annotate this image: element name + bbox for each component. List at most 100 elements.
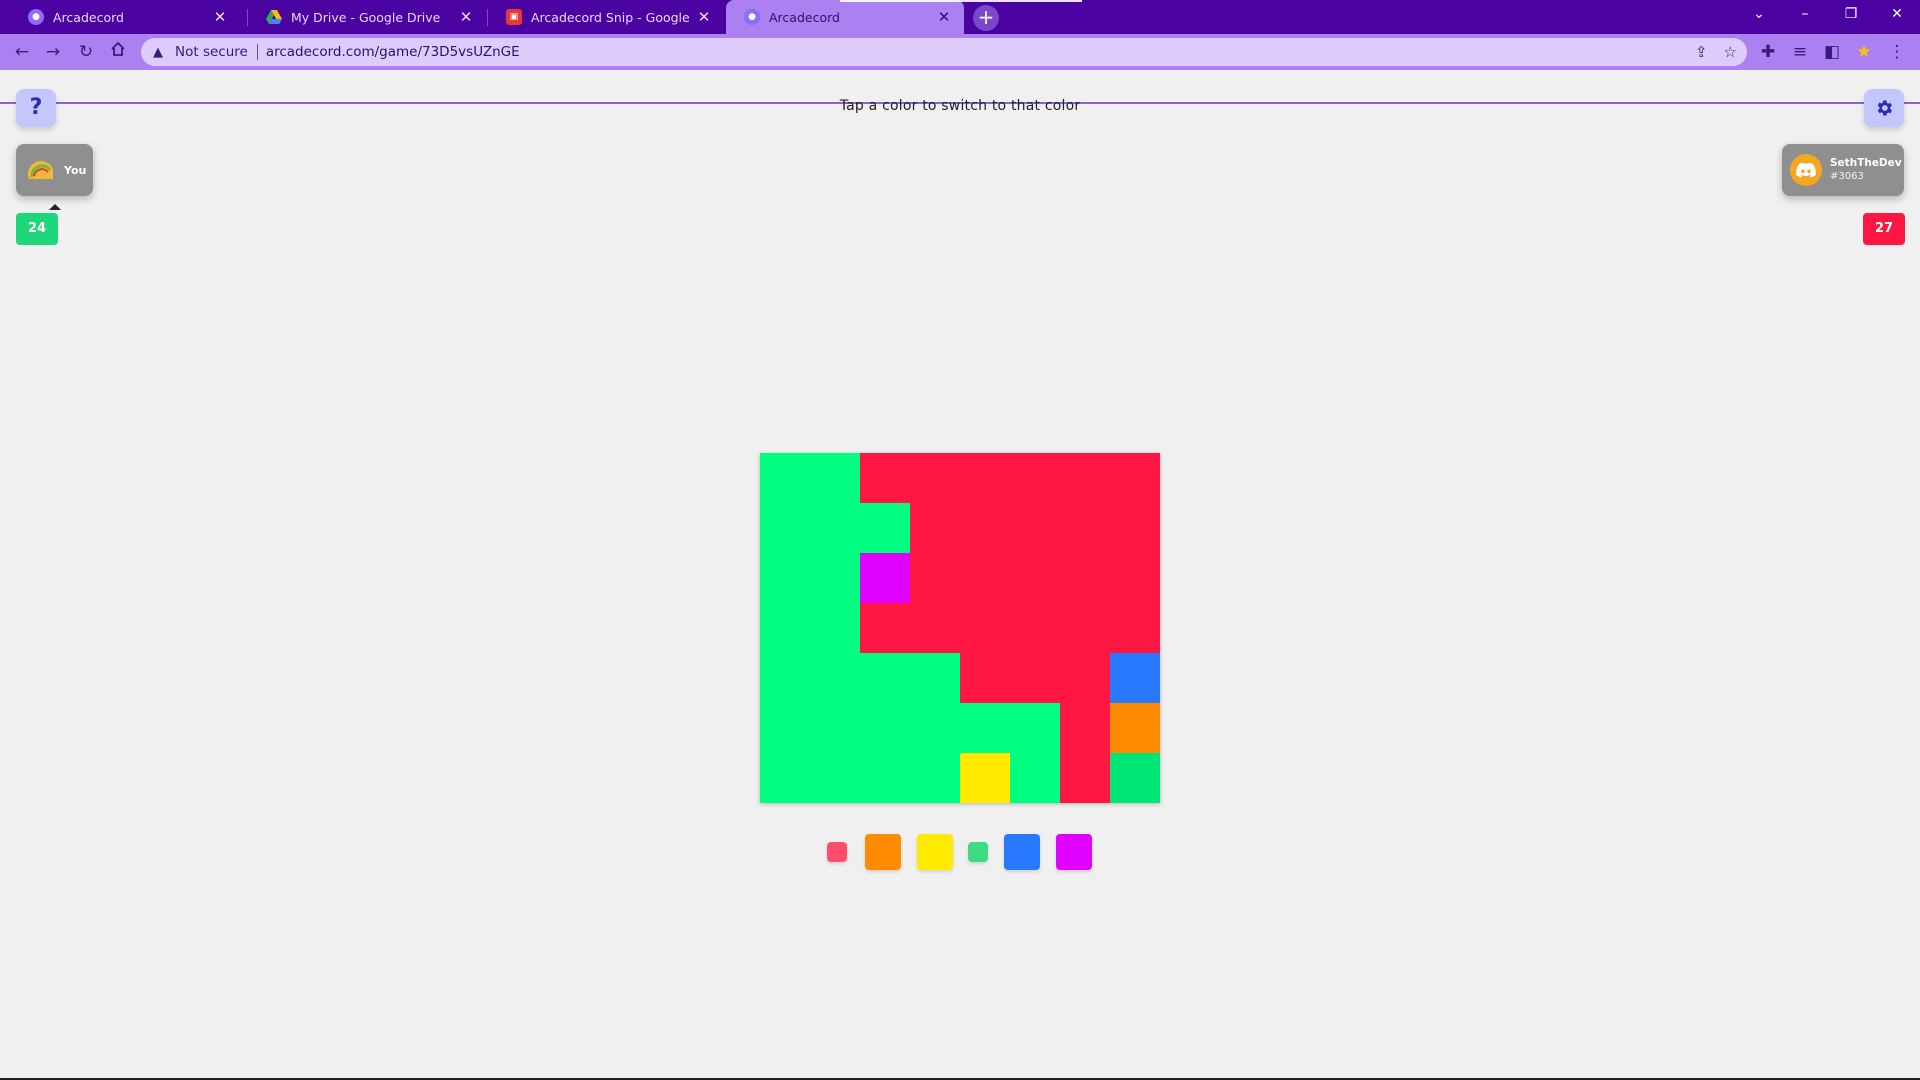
tab-arcadecord[interactable]: ● Arcadecord ✕	[10, 0, 240, 34]
instruction-text: Tap a color to switch to that color	[839, 98, 1081, 114]
board-cell	[960, 553, 1010, 603]
tab-arcadecord-active[interactable]: ● Arcadecord ✕	[726, 0, 964, 34]
board-cell	[910, 653, 960, 703]
color-swatch-magenta[interactable]	[1056, 834, 1092, 870]
settings-button[interactable]	[1864, 89, 1904, 127]
board-cell	[810, 553, 860, 603]
board-cell	[860, 503, 910, 553]
bookmark-star-icon[interactable]: ☆	[1724, 43, 1737, 61]
board-cell	[810, 453, 860, 503]
board-cell	[1060, 553, 1110, 603]
tab-google-drive[interactable]: My Drive - Google Drive ✕	[248, 0, 486, 34]
board-cell	[960, 503, 1010, 553]
board-cell	[1060, 653, 1110, 703]
close-tab-icon[interactable]: ✕	[934, 8, 954, 26]
board-cell	[860, 703, 910, 753]
board-cell	[1060, 703, 1110, 753]
back-icon[interactable]: ←	[9, 39, 35, 65]
board-cell	[910, 553, 960, 603]
restore-icon[interactable]: ❐	[1828, 0, 1874, 28]
board-cell	[760, 503, 810, 553]
board-cell	[860, 453, 910, 503]
security-label[interactable]: Not secure	[175, 44, 248, 60]
home-icon[interactable]	[105, 39, 131, 65]
forward-icon[interactable]: →	[40, 39, 66, 65]
arcadecord-icon: ●	[744, 9, 760, 25]
new-tab-button[interactable]: +	[973, 5, 999, 31]
help-button[interactable]: ?	[16, 89, 56, 127]
board-cell	[810, 653, 860, 703]
board-cell	[1110, 553, 1160, 603]
minimize-icon[interactable]: –	[1782, 0, 1828, 28]
color-swatch-red[interactable]	[827, 842, 847, 862]
google-drive-icon	[266, 9, 282, 25]
board-cell	[760, 453, 810, 503]
board-cell	[1010, 653, 1060, 703]
board-cell	[1060, 453, 1110, 503]
close-tab-icon[interactable]: ✕	[210, 8, 230, 26]
board-cell	[1110, 503, 1160, 553]
board-cell	[910, 603, 960, 653]
tab-google-drawings[interactable]: ▣ Arcadecord Snip - Google Drawi ✕	[488, 0, 724, 34]
board-cell	[810, 703, 860, 753]
discord-icon	[1796, 162, 1816, 178]
browser-toolbar: ← → ↻ ▲ Not secure arcadecord.com/game/7…	[0, 34, 1920, 104]
reading-list-icon[interactable]: ≡	[1787, 39, 1813, 65]
warning-icon[interactable]: ▲	[153, 45, 169, 60]
board-cell	[860, 753, 910, 803]
arcadecord-icon: ●	[28, 9, 44, 25]
board-cell	[1110, 653, 1160, 703]
color-swatch-green[interactable]	[968, 842, 988, 862]
board-cell	[760, 753, 810, 803]
extensions-icon[interactable]: ✚	[1755, 39, 1781, 65]
board-cell	[1010, 453, 1060, 503]
opponent-info: SethTheDev #3063	[1830, 157, 1902, 183]
board-cell	[1110, 753, 1160, 803]
color-swatch-orange[interactable]	[865, 834, 901, 870]
board-cell	[960, 453, 1010, 503]
board-cell	[760, 603, 810, 653]
color-swatch-blue[interactable]	[1004, 834, 1040, 870]
board-cell	[960, 603, 1010, 653]
board-cell	[1060, 753, 1110, 803]
board-cell	[910, 753, 960, 803]
reload-icon[interactable]: ↻	[73, 39, 99, 65]
board-cell	[1010, 553, 1060, 603]
board-cell	[910, 703, 960, 753]
player-card-you: You	[16, 144, 93, 196]
profile-avatar[interactable]: ★	[1851, 39, 1877, 65]
close-tab-icon[interactable]: ✕	[456, 8, 476, 26]
board-cell	[960, 753, 1010, 803]
address-bar[interactable]: ▲ Not secure arcadecord.com/game/73D5vsU…	[141, 38, 1747, 66]
turn-indicator	[49, 204, 61, 210]
color-swatch-yellow[interactable]	[917, 834, 953, 870]
board-cell	[1060, 503, 1110, 553]
board-cell	[1060, 603, 1110, 653]
gear-icon	[1877, 100, 1892, 116]
board-cell	[760, 703, 810, 753]
close-window-icon[interactable]: ✕	[1874, 0, 1920, 28]
tab-search-icon[interactable]: ⌄	[1736, 0, 1782, 28]
tab-title: My Drive - Google Drive	[291, 9, 441, 25]
tab-title: Arcadecord Snip - Google Drawi	[531, 9, 694, 25]
player-score: 24	[16, 213, 58, 245]
board-cell	[860, 603, 910, 653]
browser-tabstrip: ● Arcadecord ✕ My Drive - Google Drive ✕…	[0, 0, 1920, 34]
board-cell	[810, 503, 860, 553]
player-label: You	[64, 163, 87, 177]
board-cell	[1010, 753, 1060, 803]
tab-title: Arcadecord	[769, 9, 840, 25]
menu-icon[interactable]: ⋮	[1884, 39, 1910, 65]
url-text[interactable]: arcadecord.com/game/73D5vsUZnGE	[266, 44, 520, 60]
board-cell	[810, 603, 860, 653]
board-cell	[960, 653, 1010, 703]
divider	[256, 44, 258, 60]
board-cell	[1010, 703, 1060, 753]
board-cell	[1010, 503, 1060, 553]
board-cell	[860, 553, 910, 603]
opponent-tag: #3063	[1830, 171, 1864, 182]
side-panel-icon[interactable]: ◧	[1819, 39, 1845, 65]
close-tab-icon[interactable]: ✕	[694, 8, 714, 26]
share-icon[interactable]: ⇪	[1695, 43, 1708, 61]
taco-avatar-icon	[28, 161, 53, 179]
